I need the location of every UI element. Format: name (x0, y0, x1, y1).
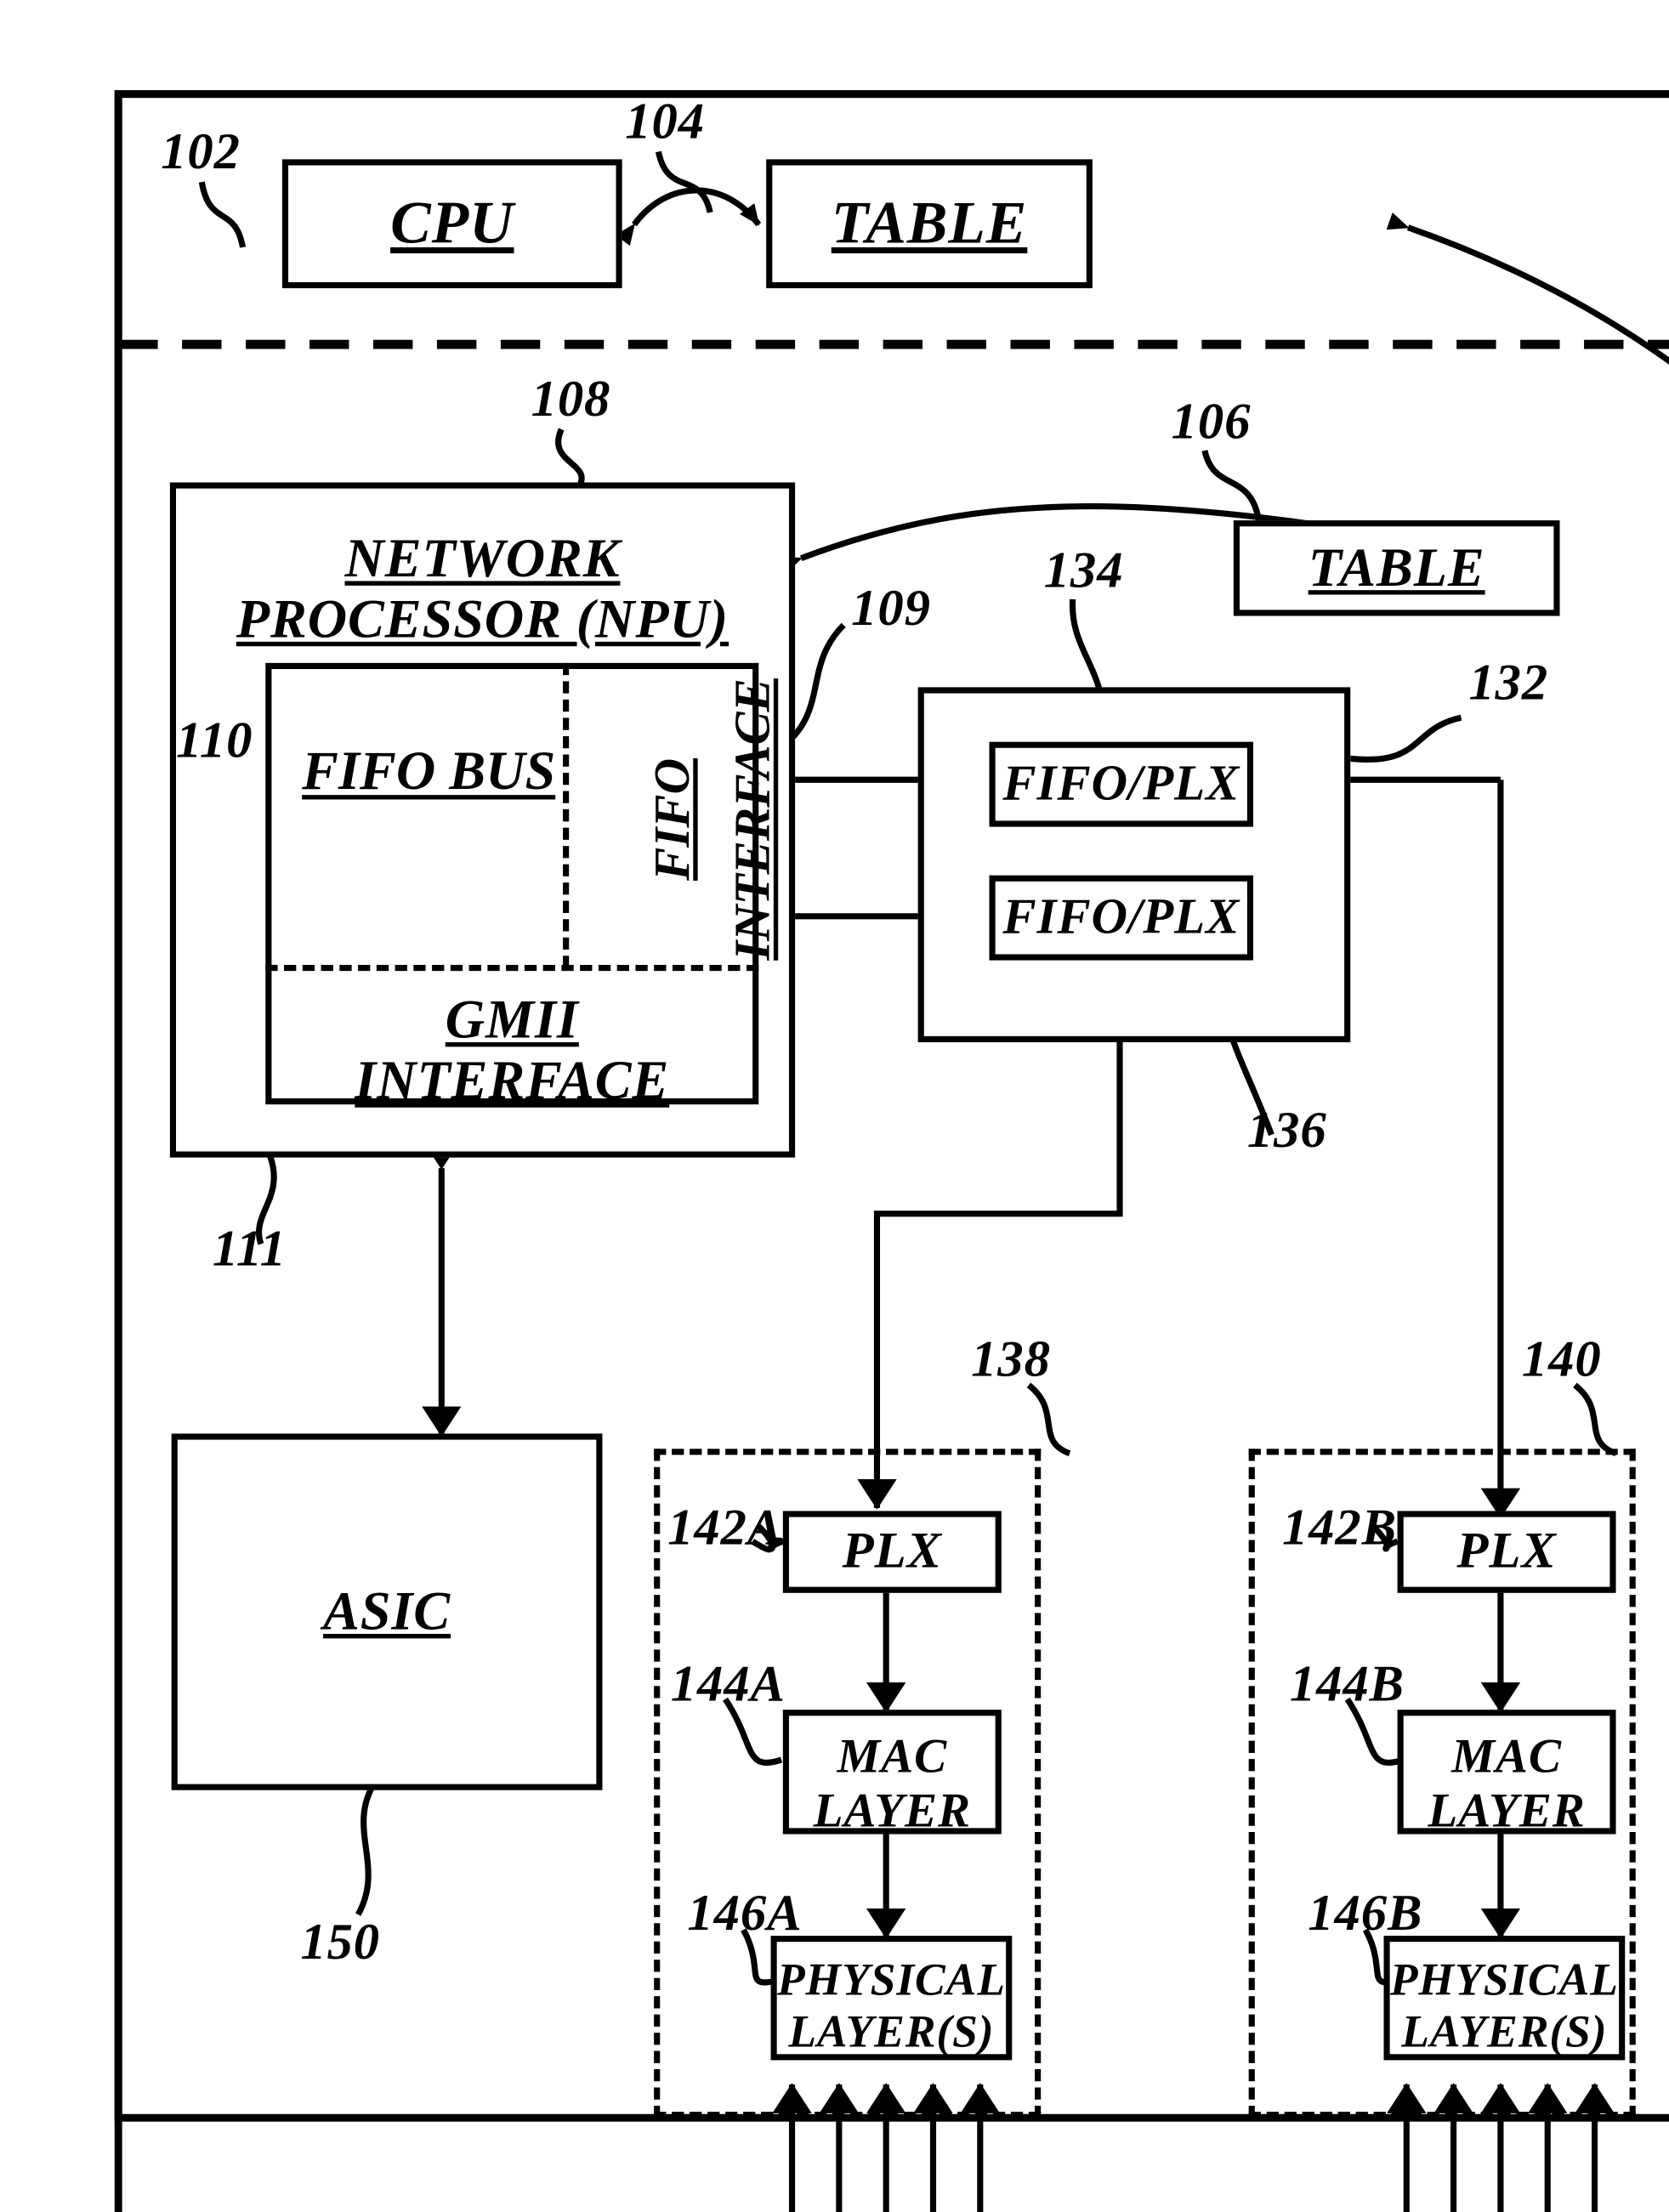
block-mac-a-label-line2: LAYER (813, 1782, 971, 1837)
ref-150: 150 (300, 1914, 381, 1971)
block-table-top-label: TABLE (831, 188, 1028, 257)
block-gmii-label-line1: GMII (445, 989, 579, 1050)
block-phy-b-label-line2: LAYER(S) (1401, 2006, 1608, 2057)
npu-divider-vertical (563, 662, 570, 968)
block-plx-b-label: PLX (1456, 1523, 1557, 1580)
block-npu-label-line1: NETWORK (344, 528, 621, 589)
ref-136: 136 (1246, 1103, 1327, 1160)
ref-102: 102 (161, 124, 241, 181)
block-mac-a[interactable]: MAC LAYER (782, 1710, 1002, 1836)
ref-140: 140 (1521, 1331, 1602, 1388)
ref-132: 132 (1468, 655, 1549, 712)
block-fifo-interface-label-line1: FIFO (645, 757, 701, 881)
block-phy-b-label-line1: PHYSICAL (1389, 1955, 1619, 2006)
block-fifo-plx-group (917, 687, 1351, 1042)
block-phy-b[interactable]: PHYSICAL LAYER(S) (1383, 1936, 1626, 2061)
ref-142A: 142A (667, 1500, 783, 1557)
ref-104: 104 (625, 94, 705, 150)
figure-caption: FIG. 1B (304, 2192, 639, 2212)
block-phy-a-label-line1: PHYSICAL (776, 1955, 1006, 2006)
block-cpu[interactable]: CPU (281, 159, 622, 289)
block-gmii-interface: GMII INTERFACE (265, 990, 758, 1112)
block-mac-b-label-line1: MAC (1451, 1727, 1562, 1783)
ref-142B: 142B (1281, 1500, 1398, 1557)
patent-figure-canvas: CPU TABLE NETWORK PROCESSOR (NPU) TABLE … (0, 0, 1669, 2212)
block-plx-a-label: PLX (842, 1523, 942, 1580)
block-asic[interactable]: ASIC (171, 1433, 603, 1790)
block-fifo-interface-label-line2: INTERFACE (726, 678, 781, 961)
block-mac-b-label-line2: LAYER (1428, 1782, 1586, 1837)
ref-144B: 144B (1289, 1656, 1405, 1713)
ref-109: 109 (851, 581, 931, 638)
block-fifo-plx-1-label: FIFO/PLX (1002, 756, 1240, 811)
block-mac-a-label-line1: MAC (837, 1727, 948, 1783)
block-cpu-label: CPU (390, 188, 514, 257)
ref-110: 110 (176, 712, 253, 769)
ref-144A: 144A (670, 1656, 786, 1713)
block-plx-b[interactable]: PLX (1397, 1511, 1616, 1593)
ref-111: 111 (212, 1221, 287, 1278)
block-plx-a[interactable]: PLX (782, 1511, 1002, 1593)
block-npu-label-line2: PROCESSOR (NPU) (236, 588, 729, 650)
ref-146B: 146B (1308, 1886, 1423, 1943)
block-table-mid-label: TABLE (1308, 537, 1485, 598)
block-table-top[interactable]: TABLE (766, 159, 1093, 289)
ref-108: 108 (531, 372, 611, 428)
ref-106: 106 (1171, 394, 1252, 451)
block-phy-a[interactable]: PHYSICAL LAYER(S) (770, 1936, 1013, 2061)
block-gmii-label-line2: INTERFACE (355, 1050, 670, 1111)
block-phy-a-label-line2: LAYER(S) (788, 2006, 995, 2057)
block-table-mid[interactable]: TABLE (1233, 520, 1560, 616)
block-mac-b[interactable]: MAC LAYER (1397, 1710, 1616, 1836)
ref-146A: 146A (687, 1886, 803, 1943)
ref-138: 138 (971, 1331, 1051, 1388)
block-fifo-plx-2-label: FIFO/PLX (1002, 889, 1240, 944)
block-fifo-bus-label: FIFO BUS (302, 740, 556, 802)
npu-divider-horizontal (265, 964, 759, 972)
ref-134: 134 (1043, 542, 1124, 599)
block-fifo-plx-1[interactable]: FIFO/PLX (989, 741, 1254, 827)
block-fifo-plx-2[interactable]: FIFO/PLX (989, 875, 1254, 961)
block-asic-label: ASIC (323, 1581, 451, 1642)
block-fifo-interface: FIFO INTERFACE (595, 678, 781, 961)
